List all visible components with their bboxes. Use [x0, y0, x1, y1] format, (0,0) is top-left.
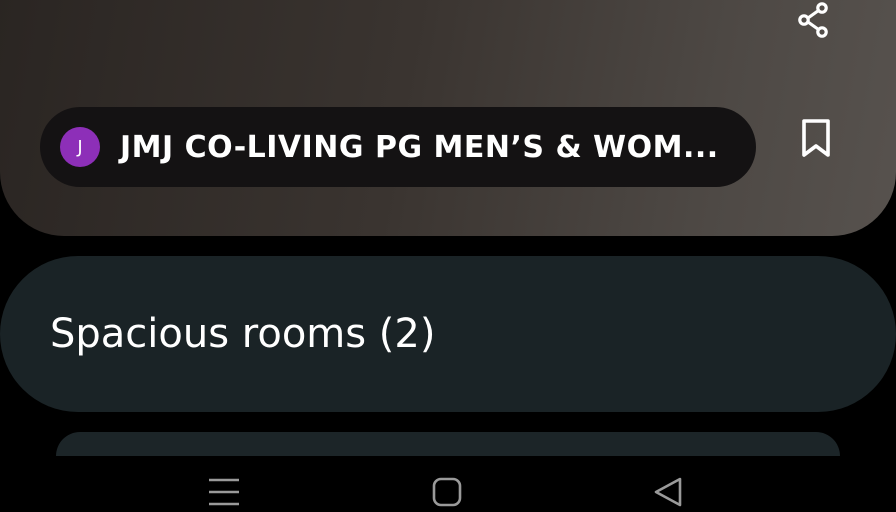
related-search-chip[interactable]: Spacious rooms (2)	[0, 256, 896, 412]
related-search-label: Spacious rooms (2)	[50, 311, 436, 357]
share-icon	[798, 2, 828, 38]
home-button[interactable]	[423, 472, 471, 512]
next-card-peek[interactable]	[56, 432, 840, 456]
share-button[interactable]	[792, 0, 836, 40]
source-chip[interactable]: J JMJ CO-LIVING PG MEN’S & WOM...	[40, 107, 756, 187]
recents-button[interactable]	[200, 472, 248, 512]
menu-lines-icon	[209, 478, 239, 506]
back-button[interactable]	[644, 472, 692, 512]
triangle-back-icon	[654, 477, 682, 507]
navigation-bar	[0, 460, 896, 512]
bookmark-icon	[802, 119, 830, 157]
source-title: JMJ CO-LIVING PG MEN’S & WOM...	[120, 129, 719, 165]
source-avatar: J	[60, 127, 100, 167]
rounded-square-icon	[432, 477, 462, 507]
screen: J JMJ CO-LIVING PG MEN’S & WOM... Spacio…	[0, 0, 896, 512]
bookmark-button[interactable]	[790, 112, 842, 164]
